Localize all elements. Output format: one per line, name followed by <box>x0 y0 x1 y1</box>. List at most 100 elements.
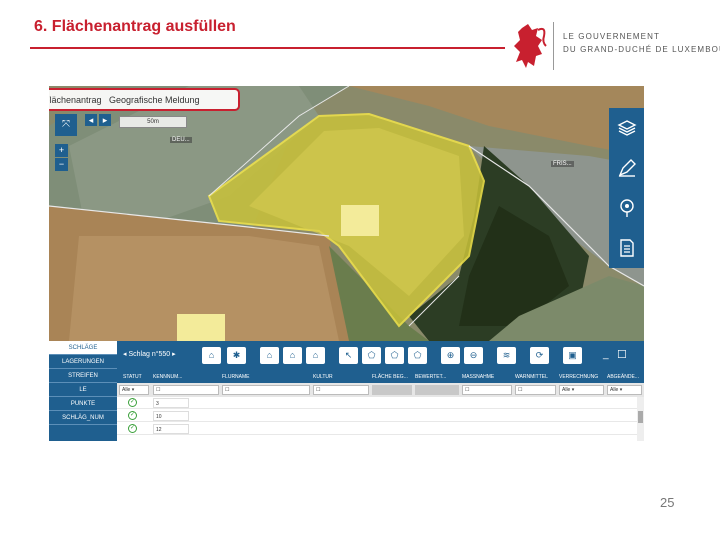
split-polygon-button[interactable]: ⌂ <box>260 347 279 364</box>
schlag-count: n°550 <box>151 351 171 358</box>
zoom-out-button[interactable]: − <box>55 158 68 171</box>
massnahme-filter-input[interactable]: ☐ <box>462 385 512 395</box>
polygon-delete-icon: ⬠ <box>367 350 376 360</box>
table-row[interactable]: ✓ 10 <box>117 410 644 422</box>
layers-icon: ≋ <box>502 350 511 360</box>
polygon-merge-icon: ⌂ <box>289 350 296 360</box>
kultur-filter-input[interactable]: ☐ <box>313 385 369 395</box>
schlag-counter: ◂ Schlag n°550 ▸ <box>123 350 176 358</box>
sidebar-item-streifen[interactable]: STREIFEN <box>49 369 117 383</box>
copy-polygon-button[interactable]: ⬠ <box>385 347 404 364</box>
polygon-copy-icon: ⬠ <box>390 350 399 360</box>
app-tab-bar: Flächenantrag Geografische Meldung <box>49 88 240 111</box>
reshape-polygon-button[interactable]: ⬠ <box>408 347 427 364</box>
refresh-icon: ⟳ <box>535 350 544 360</box>
nav-prev-button[interactable]: ◂ <box>85 114 97 126</box>
minimize-button[interactable]: _ <box>603 349 609 360</box>
filter-row: Alle ▾ ☐ ☐ ☐ ☐ ☐ Alle ▾ Alle ▾ <box>117 383 644 397</box>
schlag-label: Schlag <box>128 351 150 358</box>
add-polygon-button[interactable]: ⌂ <box>202 347 221 364</box>
draw-icon <box>618 159 636 177</box>
abgeaendert-filter-select[interactable]: Alle ▾ <box>607 385 642 395</box>
edit-polygon-button[interactable]: ✱ <box>227 347 246 364</box>
kennnummer-cell: 12 <box>153 424 189 434</box>
logo-line-1: LE GOUVERNEMENT <box>563 32 660 41</box>
status-check-icon: ✓ <box>128 398 137 407</box>
merge-polygon-button[interactable]: ⌂ <box>283 347 302 364</box>
column-header[interactable]: KULTUR <box>313 371 333 383</box>
table-body: ✓ 3 ✓ 10 ✓ 12 <box>117 397 644 441</box>
table-scrollbar[interactable] <box>637 397 644 441</box>
table-header: STATUT KENNNUM... FLURNAME KULTUR FLÄCHE… <box>117 371 644 383</box>
document-icon <box>620 239 634 257</box>
chevron-right-icon[interactable]: ▸ <box>172 351 176 358</box>
tab-flaechenantrag[interactable]: Flächenantrag <box>49 95 102 105</box>
map-parcel-label: FRIS... <box>551 161 574 167</box>
save-button[interactable]: ▣ <box>563 347 582 364</box>
delete-polygon-button[interactable]: ⬠ <box>362 347 381 364</box>
save-icon: ▣ <box>568 350 577 360</box>
map-extent-button[interactable]: ⤧ <box>55 114 77 136</box>
polygon-cut-icon: ⌂ <box>312 350 319 360</box>
zoom-in-button[interactable]: + <box>55 144 68 157</box>
column-header[interactable]: VERRECHNUNG <box>559 371 598 383</box>
zoom-out-icon: ⊖ <box>469 350 478 360</box>
layers-button[interactable] <box>609 108 644 148</box>
status-check-icon: ✓ <box>128 411 137 420</box>
sidebar-item-lagerungen[interactable]: LAGERUNGEN <box>49 355 117 369</box>
cut-polygon-button[interactable]: ⌂ <box>306 347 325 364</box>
tab-geografische-meldung[interactable]: Geografische Meldung <box>109 95 200 105</box>
column-header[interactable]: FLURNAME <box>222 371 250 383</box>
feature-toolbar: ◂ Schlag n°550 ▸ ⌂ ✱ ⌂ ⌂ ⌂ ↖ ⬠ ⬠ ⬠ ⊕ ⊖ ≋… <box>117 341 644 371</box>
layers-icon <box>617 120 637 136</box>
polygon-split-icon: ⌂ <box>266 350 273 360</box>
table-row[interactable]: ✓ 3 <box>117 397 644 409</box>
column-header[interactable]: ABGEÄNDE... <box>607 371 639 383</box>
slide-title: 6. Flächenantrag ausfüllen <box>34 18 236 35</box>
column-header[interactable]: FLÄCHE BEG... <box>372 371 408 383</box>
nav-next-button[interactable]: ▸ <box>99 114 111 126</box>
application-screenshot: Flächenantrag Geografische Meldung ⤧ ◂ ▸… <box>49 86 644 441</box>
kennnummer-filter-input[interactable]: ☐ <box>153 385 219 395</box>
sidebar-item-le[interactable]: LE <box>49 383 117 397</box>
map-info-icon <box>620 199 634 217</box>
column-header[interactable]: MASSNAHME <box>462 371 494 383</box>
column-header[interactable]: WARNMITTEL <box>515 371 548 383</box>
polygon-edit-icon: ✱ <box>232 350 241 360</box>
pointer-icon: ↖ <box>344 350 353 360</box>
layer-toggle-button[interactable]: ≋ <box>497 347 516 364</box>
sidebar-item-schlaege[interactable]: SCHLÄGE <box>49 341 117 355</box>
logo-line-2: DU GRAND-DUCHÉ DE LUXEMBOURG <box>563 45 720 54</box>
column-header[interactable]: BEWERTET... <box>415 371 446 383</box>
map-info-button[interactable] <box>609 188 644 228</box>
sidebar-item-schlaeg-num[interactable]: SCHLÄG_NUM <box>49 411 117 425</box>
table-row[interactable]: ✓ 12 <box>117 423 644 435</box>
zoom-out-feature-button[interactable]: ⊖ <box>464 347 483 364</box>
map-scale: 50m <box>119 116 187 128</box>
status-filter-select[interactable]: Alle ▾ <box>119 385 149 395</box>
flurname-filter-input[interactable]: ☐ <box>222 385 310 395</box>
warnmittel-filter-input[interactable]: ☐ <box>515 385 556 395</box>
status-check-icon: ✓ <box>128 424 137 433</box>
kennnummer-cell: 3 <box>153 398 189 408</box>
draw-button[interactable] <box>609 148 644 188</box>
kennnummer-cell: 10 <box>153 411 189 421</box>
chevron-down-icon: ▾ <box>571 387 575 393</box>
sidebar-item-punkte[interactable]: PUNKTE <box>49 397 117 411</box>
polygon-reshape-icon: ⬠ <box>413 350 422 360</box>
verrechnung-filter-select[interactable]: Alle ▾ <box>559 385 604 395</box>
government-logo: LE GOUVERNEMENT DU GRAND-DUCHÉ DE LUXEMB… <box>512 20 720 72</box>
select-button[interactable]: ↖ <box>339 347 358 364</box>
maximize-button[interactable]: ☐ <box>617 348 627 361</box>
flaeche-filter-disabled <box>372 385 412 395</box>
zoom-in-icon: ⊕ <box>446 350 455 360</box>
map-parcel-label: DEU... <box>170 137 192 143</box>
highlight-box <box>341 205 379 236</box>
column-header[interactable]: STATUT <box>123 371 142 383</box>
document-button[interactable] <box>609 228 644 268</box>
right-tool-panel <box>609 108 644 268</box>
column-header[interactable]: KENNNUM... <box>153 371 182 383</box>
map-view[interactable]: Flächenantrag Geografische Meldung ⤧ ◂ ▸… <box>49 86 644 341</box>
zoom-in-feature-button[interactable]: ⊕ <box>441 347 460 364</box>
refresh-button[interactable]: ⟳ <box>530 347 549 364</box>
